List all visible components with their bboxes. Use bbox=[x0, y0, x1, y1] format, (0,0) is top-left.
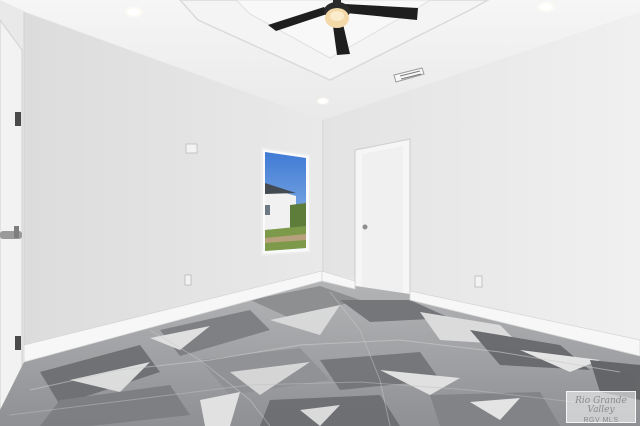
recessed-light-center bbox=[316, 97, 330, 105]
watermark-script-text: Rio Grande Valley bbox=[575, 396, 627, 415]
watermark-mls-text: RGV MLS bbox=[583, 417, 619, 424]
outlet-left-wall bbox=[184, 274, 192, 286]
left-door-hinge-bottom bbox=[15, 336, 21, 350]
left-door-hinge-top bbox=[15, 112, 21, 126]
mls-watermark: Rio Grande Valley RGV MLS bbox=[566, 391, 636, 424]
outlet-right-wall bbox=[474, 275, 483, 288]
closet-door bbox=[354, 138, 411, 301]
recessed-light-right bbox=[536, 1, 556, 13]
recessed-light-left bbox=[124, 6, 144, 18]
room-photo bbox=[0, 0, 640, 426]
light-switch-plate bbox=[185, 143, 198, 154]
window bbox=[261, 146, 311, 257]
closet-door-knob bbox=[362, 224, 368, 230]
left-door bbox=[0, 19, 23, 411]
